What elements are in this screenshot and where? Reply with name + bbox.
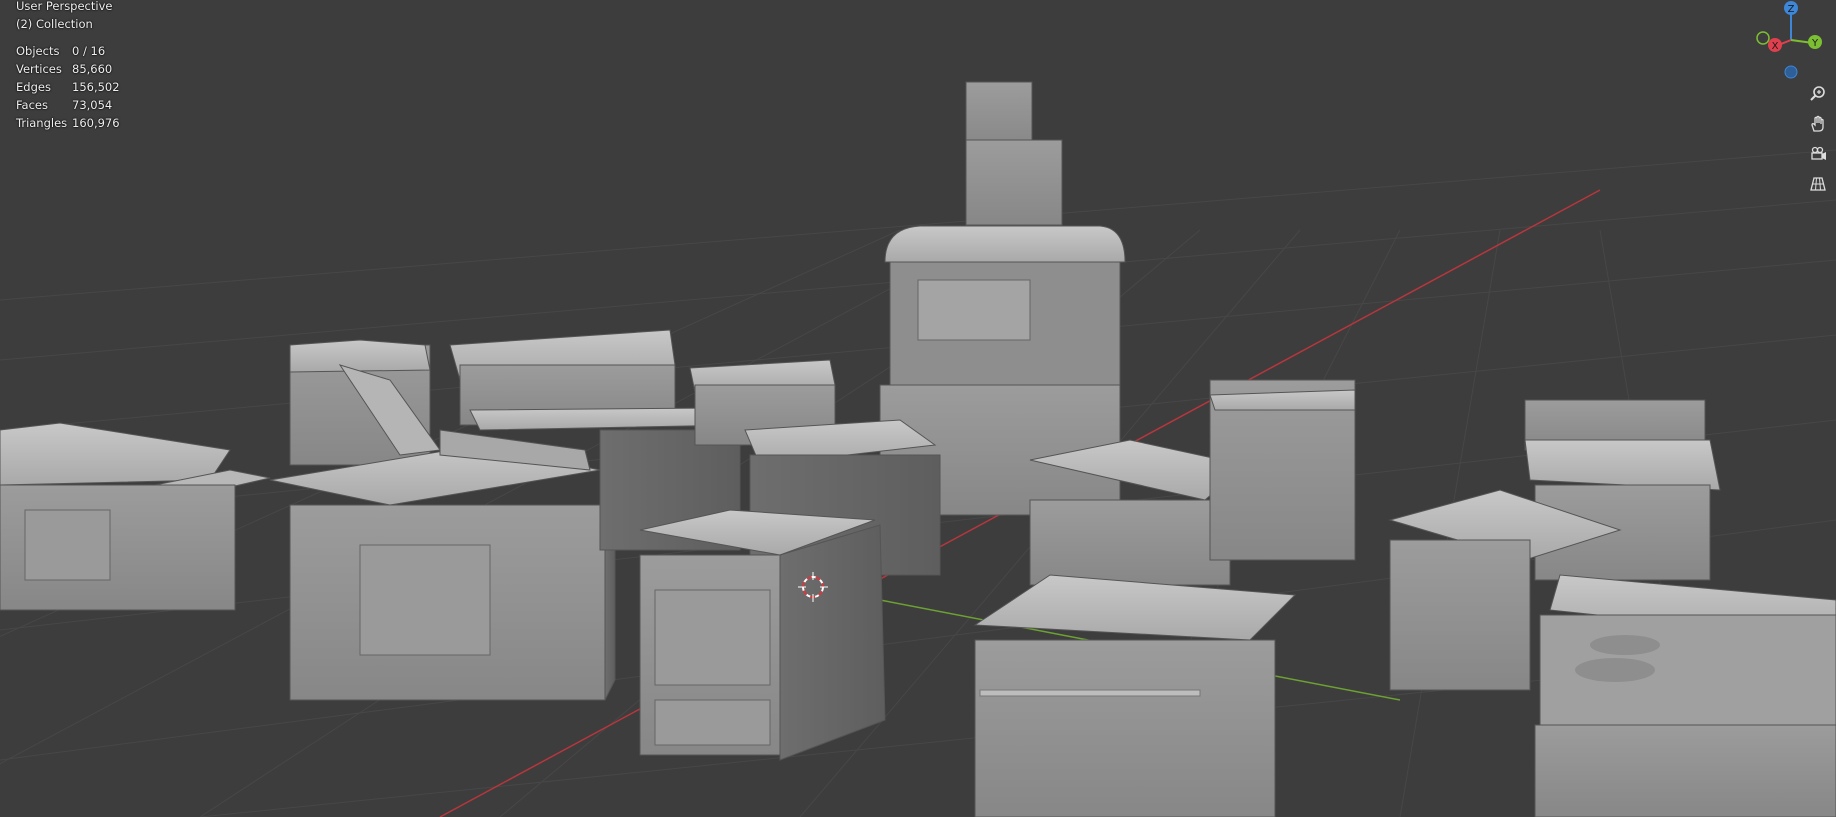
- neg-y-axis-handle[interactable]: [1756, 31, 1770, 45]
- stove-back-left[interactable]: [289, 339, 441, 466]
- viewport-info: User Perspective (2) Collection: [16, 0, 112, 33]
- scene-canvas[interactable]: [0, 0, 1836, 817]
- neg-z-axis-handle[interactable]: [1784, 65, 1798, 79]
- stat-value: 0 / 16: [72, 44, 106, 58]
- stat-label: Triangles: [16, 116, 68, 130]
- camera-icon: [1811, 146, 1826, 160]
- stat-value: 156,502: [72, 80, 120, 94]
- stat-label: Edges: [16, 80, 51, 94]
- zoom-icon: [1810, 86, 1825, 101]
- scene-statistics: Objects 0 / 16 Vertices 85,660 Edges 156,50…: [16, 42, 120, 132]
- stove-back-right[interactable]: [1209, 379, 1356, 561]
- 3d-viewport[interactable]: User Perspective (2) Collection Objects 0…: [0, 0, 1836, 817]
- stat-row: Triangles 160,976: [16, 114, 120, 132]
- zoom-button[interactable]: [1806, 82, 1830, 106]
- x-axis-label: X: [1772, 41, 1779, 52]
- pan-button[interactable]: [1806, 112, 1830, 136]
- navigation-gizmo[interactable]: Z X Y: [1746, 0, 1836, 90]
- stove-front-middle[interactable]: [973, 574, 1297, 817]
- stat-row: Edges 156,502: [16, 78, 120, 96]
- stove-front-right[interactable]: [1534, 574, 1836, 817]
- stat-value: 85,660: [72, 62, 113, 76]
- stat-label: Faces: [16, 98, 48, 112]
- stat-row: Objects 0 / 16: [16, 42, 120, 60]
- stat-value: 73,054: [72, 98, 113, 112]
- y-axis-label: Y: [1811, 38, 1819, 49]
- stat-row: Vertices 85,660: [16, 60, 120, 78]
- z-axis-label: Z: [1788, 4, 1795, 15]
- x-axis-handle[interactable]: X: [1768, 38, 1782, 52]
- stat-label: Objects: [16, 44, 60, 58]
- view-name: User Perspective: [16, 0, 113, 13]
- stat-value: 160,976: [72, 116, 120, 130]
- grid-perspective-icon: [1810, 177, 1826, 191]
- y-axis-handle[interactable]: Y: [1808, 35, 1822, 49]
- collection-name: (2) Collection: [16, 17, 93, 31]
- z-axis-handle[interactable]: Z: [1784, 1, 1798, 15]
- perspective-toggle-button[interactable]: [1806, 172, 1830, 196]
- griddle-left[interactable]: [0, 422, 271, 611]
- camera-view-button[interactable]: [1806, 142, 1830, 166]
- stat-label: Vertices: [16, 62, 62, 76]
- stat-row: Faces 73,054: [16, 96, 120, 114]
- hand-pan-icon: [1811, 115, 1824, 132]
